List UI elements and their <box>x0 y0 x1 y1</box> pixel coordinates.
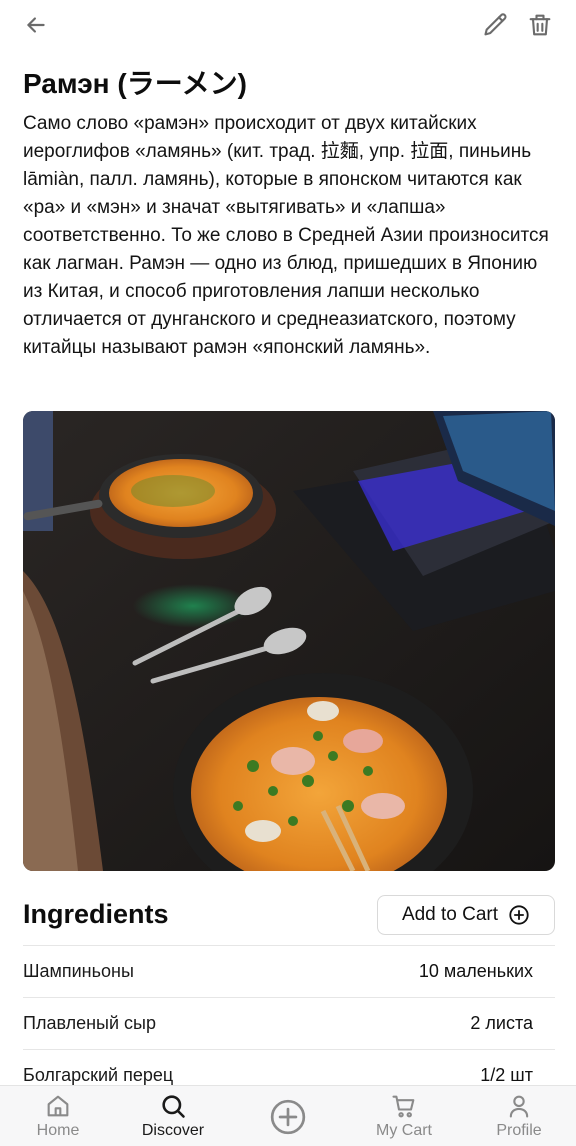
ingredients-header: Ingredients Add to Cart <box>23 895 555 935</box>
ingredient-row: Плавленый сыр 2 листа <box>23 997 555 1049</box>
nav-my-cart[interactable]: My Cart <box>354 1086 454 1146</box>
recipe-description: Само слово «рамэн» происходит от двух ки… <box>23 113 549 358</box>
recipe-title: Рамэн (ラーメン) <box>23 68 247 99</box>
cart-icon <box>392 1095 415 1118</box>
pencil-icon <box>484 13 507 36</box>
nav-home[interactable]: Home <box>8 1086 108 1146</box>
user-icon <box>509 1095 529 1118</box>
nav-discover[interactable]: Discover <box>123 1086 223 1146</box>
recipe-photo <box>23 411 555 871</box>
home-icon <box>47 1095 69 1117</box>
ingredient-name: Шампиньоны <box>23 961 134 981</box>
nav-home-label: Home <box>36 1122 80 1139</box>
delete-button[interactable] <box>520 5 560 45</box>
ingredient-quantity: 10 маленьких <box>418 961 533 981</box>
ingredient-name: Плавленый сыр <box>23 1013 156 1033</box>
nav-add[interactable] <box>238 1086 338 1146</box>
add-to-cart-label: Add to Cart <box>401 904 499 925</box>
back-button[interactable] <box>16 5 56 45</box>
ingredient-quantity: 1/2 шт <box>480 1065 533 1085</box>
plus-circle-icon <box>509 905 529 925</box>
edit-button[interactable] <box>476 5 516 45</box>
nav-discover-label: Discover <box>141 1122 205 1139</box>
add-to-cart-button[interactable]: Add to Cart <box>377 895 555 935</box>
ingredient-quantity: 2 листа <box>470 1013 533 1033</box>
ingredient-name: Болгарский перец <box>23 1065 174 1085</box>
top-bar <box>0 0 576 56</box>
trash-icon <box>529 14 551 36</box>
nav-profile[interactable]: Profile <box>469 1086 569 1146</box>
nav-my-cart-label: My Cart <box>376 1122 432 1139</box>
bottom-nav: Home Discover My Cart Profile <box>0 1085 576 1146</box>
nav-profile-label: Profile <box>496 1122 542 1139</box>
ingredients-title: Ingredients <box>23 899 169 929</box>
plus-circle-icon <box>270 1099 306 1135</box>
search-icon <box>162 1095 185 1118</box>
ingredient-row: Шампиньоны 10 маленьких <box>23 945 555 997</box>
ingredients-list: Шампиньоны 10 маленьких Плавленый сыр 2 … <box>23 945 555 1101</box>
arrow-left-icon <box>27 17 45 33</box>
